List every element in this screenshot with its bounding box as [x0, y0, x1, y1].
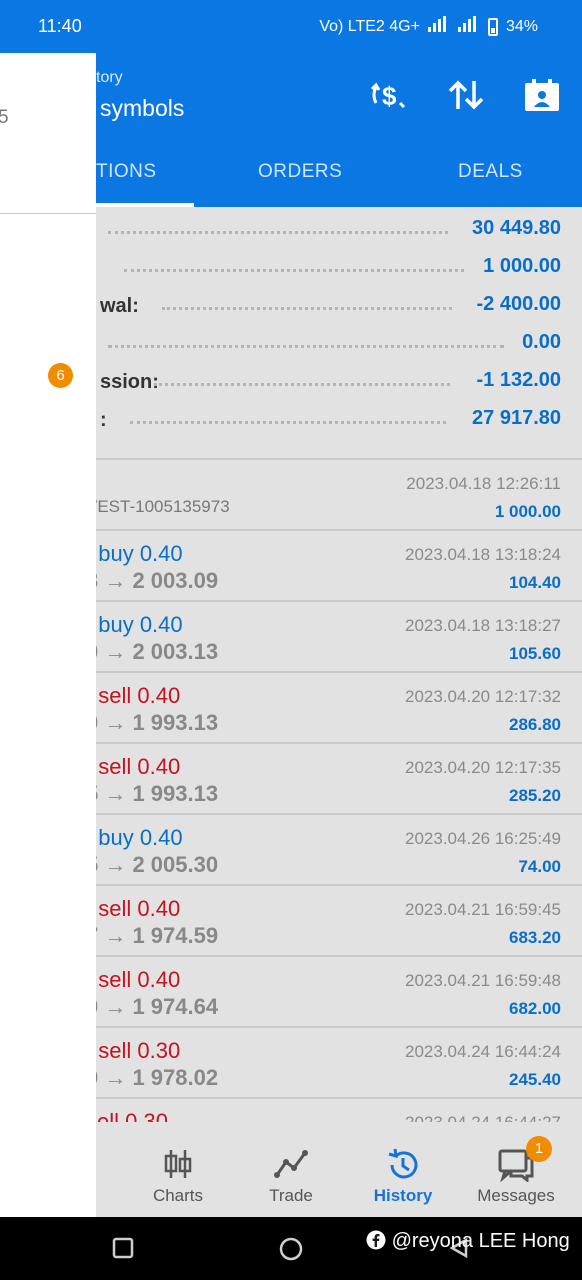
- sort-icon[interactable]: [446, 77, 486, 113]
- deal-prices: 0 → 1 974.64: [86, 994, 219, 1019]
- calendar-icon[interactable]: [522, 77, 562, 113]
- deal-prices: 0 → 1 993.13: [86, 710, 219, 735]
- tab-positions[interactable]: TIONS: [96, 161, 157, 183]
- deal-symbol: , buy 0.40: [86, 541, 183, 567]
- summary-value: -2 400.00: [476, 293, 561, 315]
- deal-prices: 0 → 2 003.13: [86, 639, 219, 664]
- nav-label: Messages: [477, 1186, 555, 1205]
- deal-symbol: , buy 0.40: [86, 825, 183, 851]
- deal-profit: 105.60: [509, 644, 561, 663]
- summary-value: 1 000.00: [483, 255, 561, 277]
- deal-side: sell 0.30: [98, 1038, 181, 1063]
- app-title[interactable]: symbols: [100, 95, 184, 122]
- watermark: @reyona LEE Hong: [366, 1230, 570, 1253]
- deal-side: sell 0.40: [98, 683, 181, 708]
- dollar-exchange-icon[interactable]: $: [368, 77, 408, 113]
- summary-value: 0.00: [522, 331, 561, 353]
- drawer-divider: [0, 213, 96, 214]
- summary-label: wal:: [100, 295, 139, 317]
- nav-label: Trade: [269, 1186, 313, 1205]
- battery-icon: [487, 17, 498, 36]
- chat-icon: [460, 1148, 572, 1184]
- recent-apps-icon[interactable]: [112, 1237, 134, 1264]
- deal-side: buy 0.40: [98, 825, 183, 850]
- status-time: 11:40: [38, 16, 82, 36]
- deal-profit: 285.20: [509, 786, 561, 805]
- side-drawer[interactable]: 5 6: [0, 53, 96, 1217]
- dotted-leader: [124, 269, 464, 272]
- deal-time: 2023.04.20 12:17:35: [405, 758, 561, 777]
- deal-time: 2023.04.21 16:59:48: [405, 971, 561, 990]
- summary-value: -1 132.00: [476, 369, 561, 391]
- dotted-leader: [108, 345, 504, 348]
- deal-time: 2023.04.24 16:44:24: [405, 1042, 561, 1061]
- trend-line-icon: [235, 1148, 347, 1184]
- dotted-leader: [154, 383, 450, 386]
- deal-side: sell 0.40: [98, 896, 181, 921]
- signal-icon: [427, 16, 450, 37]
- nav-history[interactable]: History: [347, 1148, 459, 1206]
- nav-messages[interactable]: 1 Messages: [460, 1136, 572, 1206]
- home-icon[interactable]: [279, 1237, 303, 1266]
- deal-symbol: , sell 0.40: [86, 896, 180, 922]
- deal-profit: 74.00: [518, 857, 561, 876]
- deal-profit: 104.40: [509, 573, 561, 592]
- deal-time: 2023.04.18 13:18:24: [405, 545, 561, 564]
- deal-prices: 7 → 1 974.59: [86, 923, 219, 948]
- deal-prices: 0 → 1 978.02: [86, 1065, 219, 1090]
- deal-symbol: , buy 0.40: [86, 612, 183, 638]
- deal-profit: 683.20: [509, 928, 561, 947]
- network-indicator: Vo) LTE2 4G+: [319, 17, 420, 35]
- deal-profit: 286.80: [509, 715, 561, 734]
- nav-charts[interactable]: Charts: [122, 1148, 234, 1206]
- deal-time: 2023.04.26 16:25:49: [405, 829, 561, 848]
- deal-side: sell 0.40: [98, 754, 181, 779]
- deal-side: buy 0.40: [98, 541, 183, 566]
- deal-time: 2023.04.18 12:26:11: [406, 474, 561, 493]
- drawer-text: 5: [0, 107, 9, 128]
- deal-prices: 5 → 2 005.30: [86, 852, 219, 877]
- summary-value: 30 449.80: [472, 217, 561, 239]
- facebook-icon: [366, 1230, 392, 1252]
- status-icons: Vo) LTE2 4G+ 34%: [319, 16, 538, 37]
- candlestick-icon: [122, 1148, 234, 1184]
- summary-value: 27 917.80: [472, 407, 561, 429]
- status-bar: 11:40 Vo) LTE2 4G+ 34%: [0, 0, 582, 53]
- nav-label: Charts: [152, 1186, 204, 1205]
- deal-time: 2023.04.18 13:18:27: [405, 616, 561, 635]
- battery-level: 34%: [505, 17, 538, 35]
- summary-label: :: [100, 409, 107, 431]
- signal-icon-2: [457, 16, 480, 37]
- nav-trade[interactable]: Trade: [235, 1148, 347, 1206]
- deal-side: sell 0.40: [98, 967, 181, 992]
- app-subtitle: tory: [96, 69, 123, 86]
- deal-time: 2023.04.20 12:17:32: [405, 687, 561, 706]
- deal-symbol: , sell 0.40: [86, 683, 180, 709]
- dotted-leader: [162, 307, 452, 310]
- history-clock-icon: [347, 1148, 459, 1184]
- deal-profit: 682.00: [509, 999, 561, 1018]
- deal-symbol: , sell 0.30: [86, 1038, 180, 1064]
- dotted-leader: [130, 421, 446, 424]
- tab-deals[interactable]: DEALS: [458, 161, 523, 183]
- drawer-badge: 6: [48, 363, 73, 388]
- deal-prices: 5 → 1 993.13: [86, 781, 219, 806]
- dotted-leader: [108, 231, 448, 234]
- deal-time: 2023.04.21 16:59:45: [405, 900, 561, 919]
- svg-text:$: $: [382, 81, 397, 111]
- deal-side: buy 0.40: [98, 612, 183, 637]
- deal-profit: 245.40: [509, 1070, 561, 1089]
- deal-profit: 1 000.00: [494, 502, 561, 521]
- deal-prices: 3 → 2 003.09: [86, 568, 219, 593]
- tab-orders[interactable]: ORDERS: [258, 161, 342, 183]
- watermark-text: @reyona LEE Hong: [391, 1230, 570, 1252]
- deal-comment: VEST-1005135973: [86, 497, 230, 516]
- summary-label: ssion:: [100, 371, 159, 393]
- deal-symbol: , sell 0.40: [86, 967, 180, 993]
- nav-label: History: [373, 1186, 433, 1205]
- messages-badge: 1: [526, 1136, 552, 1162]
- deal-symbol: , sell 0.40: [86, 754, 180, 780]
